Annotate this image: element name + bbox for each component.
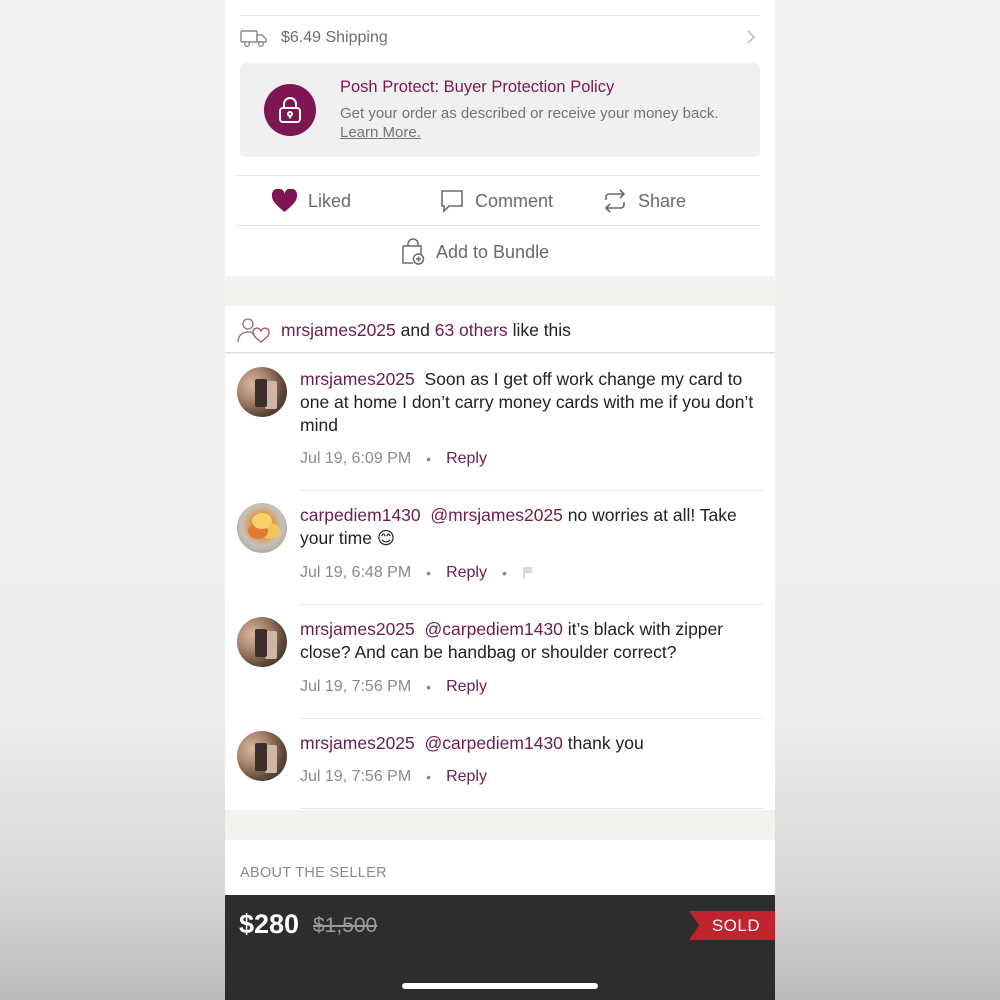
avatar[interactable] xyxy=(237,617,287,667)
avatar[interactable] xyxy=(237,367,287,417)
heart-icon xyxy=(271,189,298,212)
likes-others-link[interactable]: 63 others xyxy=(435,320,508,341)
liked-button[interactable]: Liked xyxy=(271,183,351,219)
reply-button[interactable]: Reply xyxy=(446,678,487,696)
liker-username[interactable]: mrsjames2025 xyxy=(281,320,396,341)
divider xyxy=(300,718,763,719)
listing-details-section: $6.49 Shipping Posh Protect: Buyer Prote… xyxy=(225,0,775,276)
share-icon xyxy=(604,189,626,213)
original-price: $1,500 xyxy=(313,914,378,937)
flag-icon[interactable] xyxy=(522,566,536,580)
separator-dot: • xyxy=(426,451,432,467)
comment-meta: Jul 19, 7:56 PM • Reply xyxy=(300,768,487,786)
comment-label: Comment xyxy=(475,190,554,211)
liked-label: Liked xyxy=(308,190,352,211)
reply-button[interactable]: Reply xyxy=(446,564,487,582)
comment-mention[interactable]: @carpediem1430 xyxy=(425,619,563,639)
reply-button[interactable]: Reply xyxy=(446,450,487,468)
comment-body: mrsjames2025 Soon as I get off work chan… xyxy=(300,368,760,437)
learn-more-link[interactable]: Learn More. xyxy=(340,124,421,141)
divider xyxy=(237,175,760,176)
comment-time: Jul 19, 7:56 PM xyxy=(300,768,412,785)
comment-text: thank you xyxy=(567,733,644,753)
comment-icon xyxy=(441,190,463,213)
avatar[interactable] xyxy=(237,731,287,781)
chevron-right-icon xyxy=(746,29,756,45)
protect-desc-text: Get your order as described or receive y… xyxy=(340,105,719,122)
protect-description: Get your order as described or receive y… xyxy=(340,104,740,142)
comment-time: Jul 19, 7:56 PM xyxy=(300,678,412,695)
comment-time: Jul 19, 6:48 PM xyxy=(300,564,412,581)
comment-body: mrsjames2025 @carpediem1430 it’s black w… xyxy=(300,618,760,664)
comment-username[interactable]: mrsjames2025 xyxy=(300,369,415,389)
separator-dot: • xyxy=(501,565,507,581)
divider xyxy=(300,490,763,491)
add-to-bundle-button[interactable]: Add to Bundle xyxy=(400,234,549,270)
price: $280 xyxy=(239,909,300,939)
lock-icon xyxy=(264,84,316,136)
divider xyxy=(300,808,763,809)
bundle-label: Add to Bundle xyxy=(436,241,550,262)
shipping-row[interactable]: $6.49 Shipping xyxy=(240,22,760,54)
comment-username[interactable]: carpediem1430 xyxy=(300,505,421,525)
reply-button[interactable]: Reply xyxy=(446,768,487,786)
shipping-label: $6.49 Shipping xyxy=(281,29,388,46)
home-indicator[interactable] xyxy=(402,983,598,989)
price-bar: $280 $1,500 SOLD xyxy=(225,895,775,1000)
comment-button[interactable]: Comment xyxy=(439,183,553,219)
likes-summary[interactable]: mrsjames2025 and 63 others like this xyxy=(237,316,571,344)
about-seller-section: ABOUT THE SELLER xyxy=(225,840,775,900)
share-label: Share xyxy=(638,190,687,211)
comment-mention[interactable]: @carpediem1430 xyxy=(425,733,563,753)
comment-username[interactable]: mrsjames2025 xyxy=(300,619,415,639)
divider xyxy=(237,225,760,226)
comment-body: carpediem1430 @mrsjames2025 no worries a… xyxy=(300,504,760,550)
separator-dot: • xyxy=(426,565,432,581)
comment-body: mrsjames2025 @carpediem1430 thank you xyxy=(300,732,760,755)
comment-mention[interactable]: @mrsjames2025 xyxy=(430,505,563,525)
separator-dot: • xyxy=(426,769,432,785)
comment-meta: Jul 19, 7:56 PM • Reply xyxy=(300,678,487,696)
comment-meta: Jul 19, 6:09 PM • Reply xyxy=(300,450,487,468)
separator-dot: • xyxy=(426,679,432,695)
bundle-bag-icon xyxy=(402,238,425,265)
share-button[interactable]: Share xyxy=(602,183,686,219)
comment-meta: Jul 19, 6:48 PM • Reply • xyxy=(300,564,536,582)
likes-and: and xyxy=(400,319,430,340)
divider xyxy=(300,604,763,605)
phone-screen: $6.49 Shipping Posh Protect: Buyer Prote… xyxy=(225,0,775,1000)
divider xyxy=(240,15,760,16)
comment-username[interactable]: mrsjames2025 xyxy=(300,733,415,753)
protect-title: Posh Protect: Buyer Protection Policy xyxy=(340,78,615,96)
about-seller-title: ABOUT THE SELLER xyxy=(240,865,387,881)
likes-suffix: like this xyxy=(512,319,571,340)
comment-time: Jul 19, 6:09 PM xyxy=(300,450,412,467)
users-heart-icon xyxy=(237,318,270,343)
posh-protect-banner: Posh Protect: Buyer Protection Policy Ge… xyxy=(240,63,760,157)
avatar[interactable] xyxy=(237,503,287,553)
truck-icon xyxy=(240,28,268,48)
likes-section: mrsjames2025 and 63 others like this xyxy=(225,306,775,353)
comments-section: mrsjames2025 Soon as I get off work chan… xyxy=(225,354,775,810)
sold-badge: SOLD xyxy=(689,911,775,940)
